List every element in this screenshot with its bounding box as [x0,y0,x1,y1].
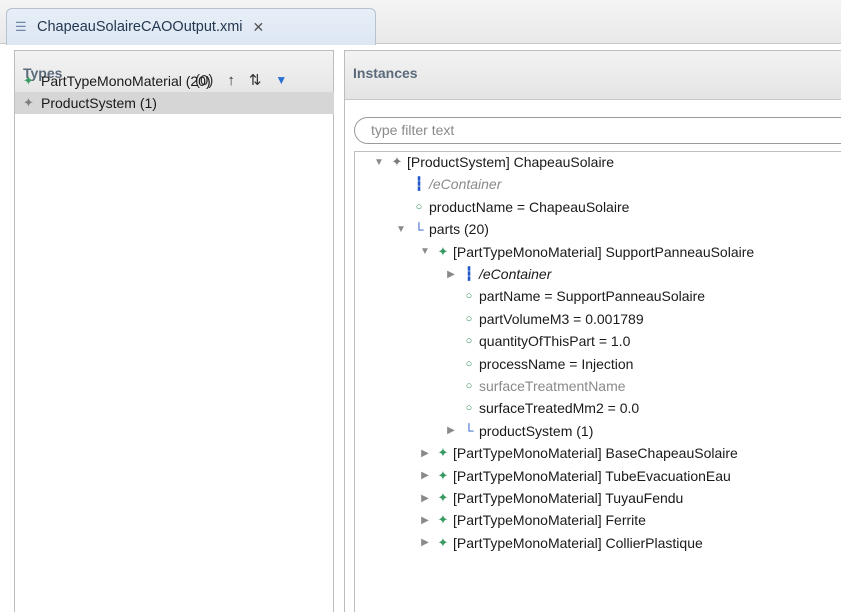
container-ref-icon: ┇ [465,266,473,281]
collapse-arrow-icon[interactable]: ▶ [417,515,433,526]
reference-icon: └ [464,423,474,439]
instances-panel-title: Instances [353,65,418,81]
editor-tab[interactable]: ☰ ChapeauSolaireCAOOutput.xmi ✕ [6,8,376,45]
attribute-icon: ○ [465,380,473,392]
tree-node[interactable]: ▼ ✦ [PartTypeMonoMaterial] SupportPanneauS… [417,241,754,263]
model-file-icon: ☰ [15,19,27,34]
green-diamond-icon: ✦ [437,243,449,259]
tree-node[interactable]: ○ partName = SupportPanneauSolaire [443,285,705,307]
collapse-arrow-icon[interactable]: ▶ [417,493,433,504]
tree-node-label: [ProductSystem] ChapeauSolaire [407,154,614,170]
instances-tree: ▼ ✦ [ProductSystem] ChapeauSolaire ┇ /eConta… [354,151,841,612]
tree-node[interactable]: ▶ └ productSystem (1) [443,420,593,442]
tree-node-label: [PartTypeMonoMaterial] CollierPlastique [453,534,703,551]
collapse-arrow-icon[interactable]: ▶ [417,448,433,459]
attribute-icon: ○ [465,335,473,348]
editor-tab-title: ChapeauSolaireCAOOutput.xmi [37,19,243,35]
collapse-arrow-icon[interactable]: ▶ [417,470,433,481]
containment-ref-icon: └ [414,221,424,237]
tree-node[interactable]: ▼ ✦ [ProductSystem] ChapeauSolaire [371,152,614,173]
tree-node-label: productSystem (1) [479,422,594,439]
tree-node-label: [PartTypeMonoMaterial] BaseChapeauSolair… [453,445,738,462]
tree-node-label: parts (20) [429,221,489,238]
tree-node-label: quantityOfThisPart = 1.0 [479,333,631,350]
tree-node-label: [PartTypeMonoMaterial] Ferrite [453,512,646,529]
tree-node[interactable]: ▶ ✦ [PartTypeMonoMaterial] Ferrite [417,509,646,531]
collapse-arrow-icon[interactable]: ▶ [417,537,433,548]
attribute-icon: ○ [465,290,473,303]
tree-node-label: [PartTypeMonoMaterial] TuyauFendu [453,490,684,506]
green-diamond-icon: ✦ [437,512,449,528]
tree-node-label: partName = SupportPanneauSolaire [479,288,706,305]
type-item[interactable]: ✦ ProductSystem (1) [15,92,334,114]
tree-node[interactable]: ○ surfaceTreatedMm2 = 0.0 [443,397,640,419]
gray-diamond-icon: ✦ [391,154,403,169]
green-diamond-icon: ✦ [437,534,449,550]
type-item[interactable]: ✦ PartTypeMonoMaterial (20) [15,70,334,92]
green-diamond-icon: ✦ [23,73,34,88]
types-list: ✦ PartTypeMonoMaterial (20) ✦ ProductSystem… [15,70,334,114]
tree-node[interactable]: ▶ ✦ [PartTypeMonoMaterial] TubeEvacuationE… [417,465,731,487]
gray-diamond-icon: ✦ [23,95,34,110]
type-item-label: ProductSystem (1) [41,95,157,111]
collapse-arrow-icon[interactable]: ▶ [443,269,459,280]
green-diamond-icon: ✦ [437,490,449,505]
container-ref-icon: ┇ [415,176,423,192]
tree-node[interactable]: ▶ ┇ /eContainer [443,263,551,285]
tree-node[interactable]: ○ partVolumeM3 = 0.001789 [443,308,644,330]
tree-node[interactable]: ○ surfaceTreatmentName [443,375,626,397]
tree-node-label: surfaceTreatmentName [479,378,626,394]
tree-node-label: /eContainer [429,176,502,193]
tree-node-label: partVolumeM3 = 0.001789 [479,310,644,327]
expand-arrow-icon[interactable]: ▼ [393,224,409,235]
expand-arrow-icon[interactable]: ▼ [371,157,387,168]
green-diamond-icon: ✦ [437,445,449,461]
tree-node[interactable]: ▼ └ parts (20) [393,218,489,240]
tree-node-label: productName = ChapeauSolaire [429,198,630,215]
attribute-icon: ○ [415,200,423,213]
green-diamond-icon: ✦ [437,467,449,483]
tree-node[interactable]: ▶ ✦ [PartTypeMonoMaterial] BaseChapeauSola… [417,442,738,464]
types-panel: Types (0) ↑ ⇅ ▼ [14,50,334,612]
tree-node[interactable]: ┇ /eContainer [393,173,501,195]
collapse-arrow-icon[interactable]: ▶ [443,425,459,436]
attribute-icon: ○ [465,357,473,370]
attribute-icon: ○ [465,402,473,415]
editor-tab-strip: ☰ ChapeauSolaireCAOOutput.xmi ✕ [0,0,841,45]
tree-node[interactable]: ○ processName = Injection [443,353,634,375]
instances-panel-header: Instances [345,51,841,100]
tree-node[interactable]: ▶ ✦ [PartTypeMonoMaterial] CollierPlastiqu… [417,532,703,554]
tree-node[interactable]: ○ quantityOfThisPart = 1.0 [443,330,631,352]
tree-node-label: [PartTypeMonoMaterial] TubeEvacuationEau [453,467,731,484]
close-tab-icon[interactable]: ✕ [253,19,265,36]
tree-node[interactable]: ▶ ✦ [PartTypeMonoMaterial] TuyauFendu [417,487,683,509]
expand-arrow-icon[interactable]: ▼ [417,246,433,257]
tree-node-label: processName = Injection [479,355,634,372]
attribute-icon: ○ [465,312,473,325]
filter-input[interactable]: type filter text [354,117,841,144]
tree-node-label: [PartTypeMonoMaterial] SupportPanneauSol… [453,243,755,260]
tree-node[interactable]: ○ productName = ChapeauSolaire [393,196,630,218]
tree-node-label: surfaceTreatedMm2 = 0.0 [479,400,640,417]
tree-node-label: /eContainer [479,266,552,282]
type-item-label: PartTypeMonoMaterial (20) [41,73,211,89]
